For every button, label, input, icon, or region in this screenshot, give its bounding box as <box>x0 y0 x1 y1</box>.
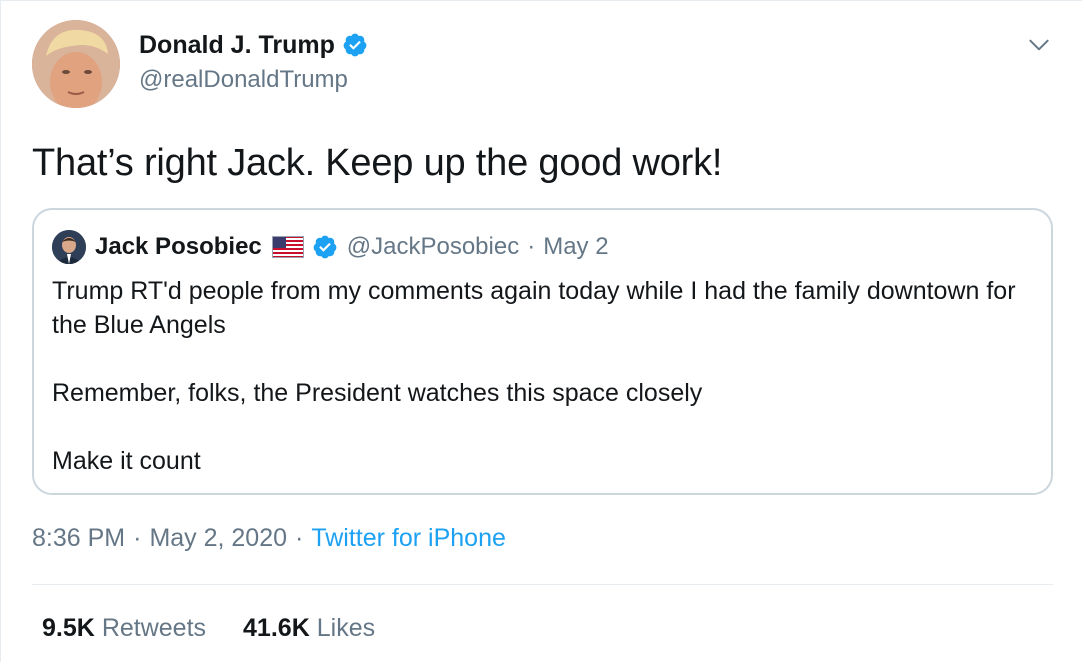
verified-badge-icon <box>343 33 367 57</box>
verified-badge-icon <box>313 235 337 259</box>
separator-dot: · <box>295 524 304 552</box>
chevron-down-icon[interactable] <box>1026 32 1052 58</box>
quoted-author-avatar[interactable] <box>52 230 86 264</box>
likes-stat[interactable]: 41.6K Likes <box>243 614 375 643</box>
separator-dot: · <box>133 524 142 552</box>
likes-label: Likes <box>316 614 376 642</box>
author-names: Donald J. Trump @realDonaldTrump <box>139 30 368 94</box>
quoted-tweet-date[interactable]: May 2 <box>543 233 608 261</box>
quoted-tweet-header: Jack Posobiec @JackPosobiec · May 2 <box>52 230 609 264</box>
author-display-name[interactable]: Donald J. Trump <box>139 31 335 60</box>
retweets-stat[interactable]: 9.5K Retweets <box>42 614 206 643</box>
likes-count: 41.6K <box>243 614 310 642</box>
tweet-meta: 8:36 PM · May 2, 2020 · Twitter for iPho… <box>32 524 506 553</box>
quoted-tweet-text: Trump RT'd people from my comments again… <box>52 274 1032 478</box>
quoted-author-handle[interactable]: @JackPosobiec <box>347 233 519 261</box>
author-handle[interactable]: @realDonaldTrump <box>139 66 368 94</box>
separator-dot: · <box>527 233 536 260</box>
divider <box>32 584 1053 585</box>
quoted-paragraph: Make it count <box>52 447 201 475</box>
author-avatar[interactable] <box>32 20 120 108</box>
quoted-tweet[interactable]: Jack Posobiec @JackPosobiec · May 2 Trum… <box>32 208 1053 495</box>
retweets-count: 9.5K <box>42 614 95 642</box>
quoted-author-display-name[interactable]: Jack Posobiec <box>95 233 262 261</box>
tweet-date[interactable]: May 2, 2020 <box>149 524 287 553</box>
tweet-stats: 9.5K Retweets 41.6K Likes <box>42 614 375 643</box>
quoted-paragraph: Remember, folks, the President watches t… <box>52 379 703 407</box>
tweet-header: Donald J. Trump @realDonaldTrump <box>32 20 1052 110</box>
quoted-paragraph: Trump RT'd people from my comments again… <box>52 277 1016 339</box>
us-flag-icon <box>271 236 304 258</box>
tweet-text: That’s right Jack. Keep up the good work… <box>32 142 723 184</box>
tweet-source-link[interactable]: Twitter for iPhone <box>311 524 506 553</box>
tweet-time[interactable]: 8:36 PM <box>32 524 125 553</box>
retweets-label: Retweets <box>101 614 207 642</box>
